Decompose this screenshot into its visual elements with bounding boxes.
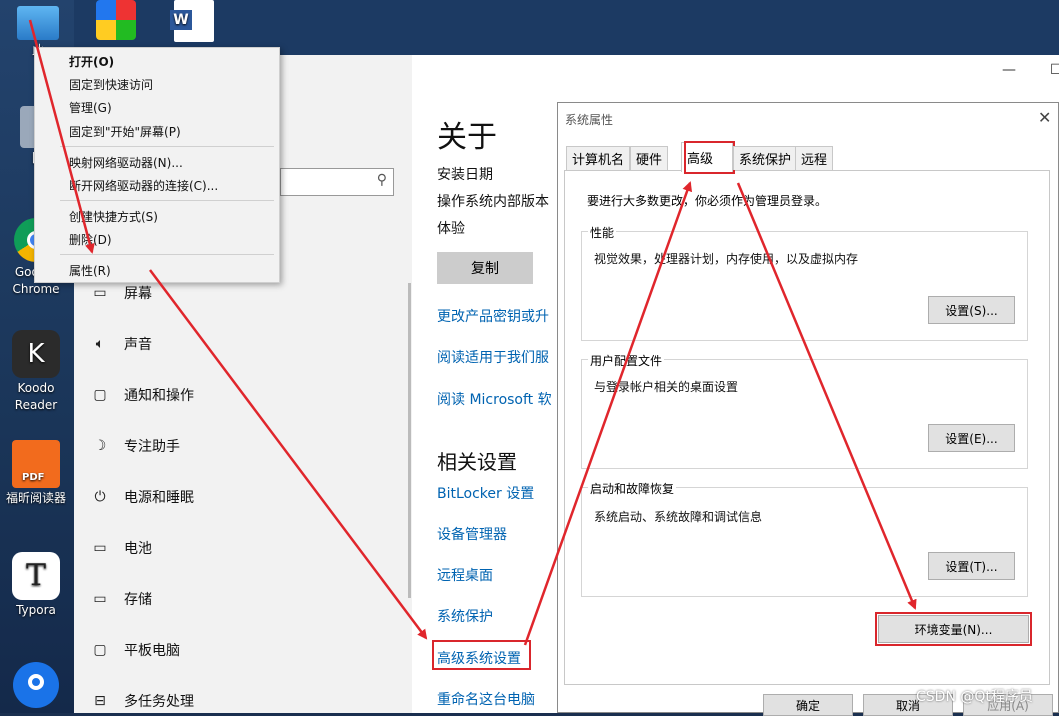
arrow-to-advanced-tab — [523, 181, 693, 646]
watermark: CSDN @Qt程序员 — [916, 689, 1033, 705]
arrow-to-advanced-system-settings — [149, 269, 428, 640]
arrow-to-properties — [28, 19, 95, 254]
annotation-arrows — [28, 19, 917, 646]
arrow-to-environment-variables — [736, 182, 917, 610]
